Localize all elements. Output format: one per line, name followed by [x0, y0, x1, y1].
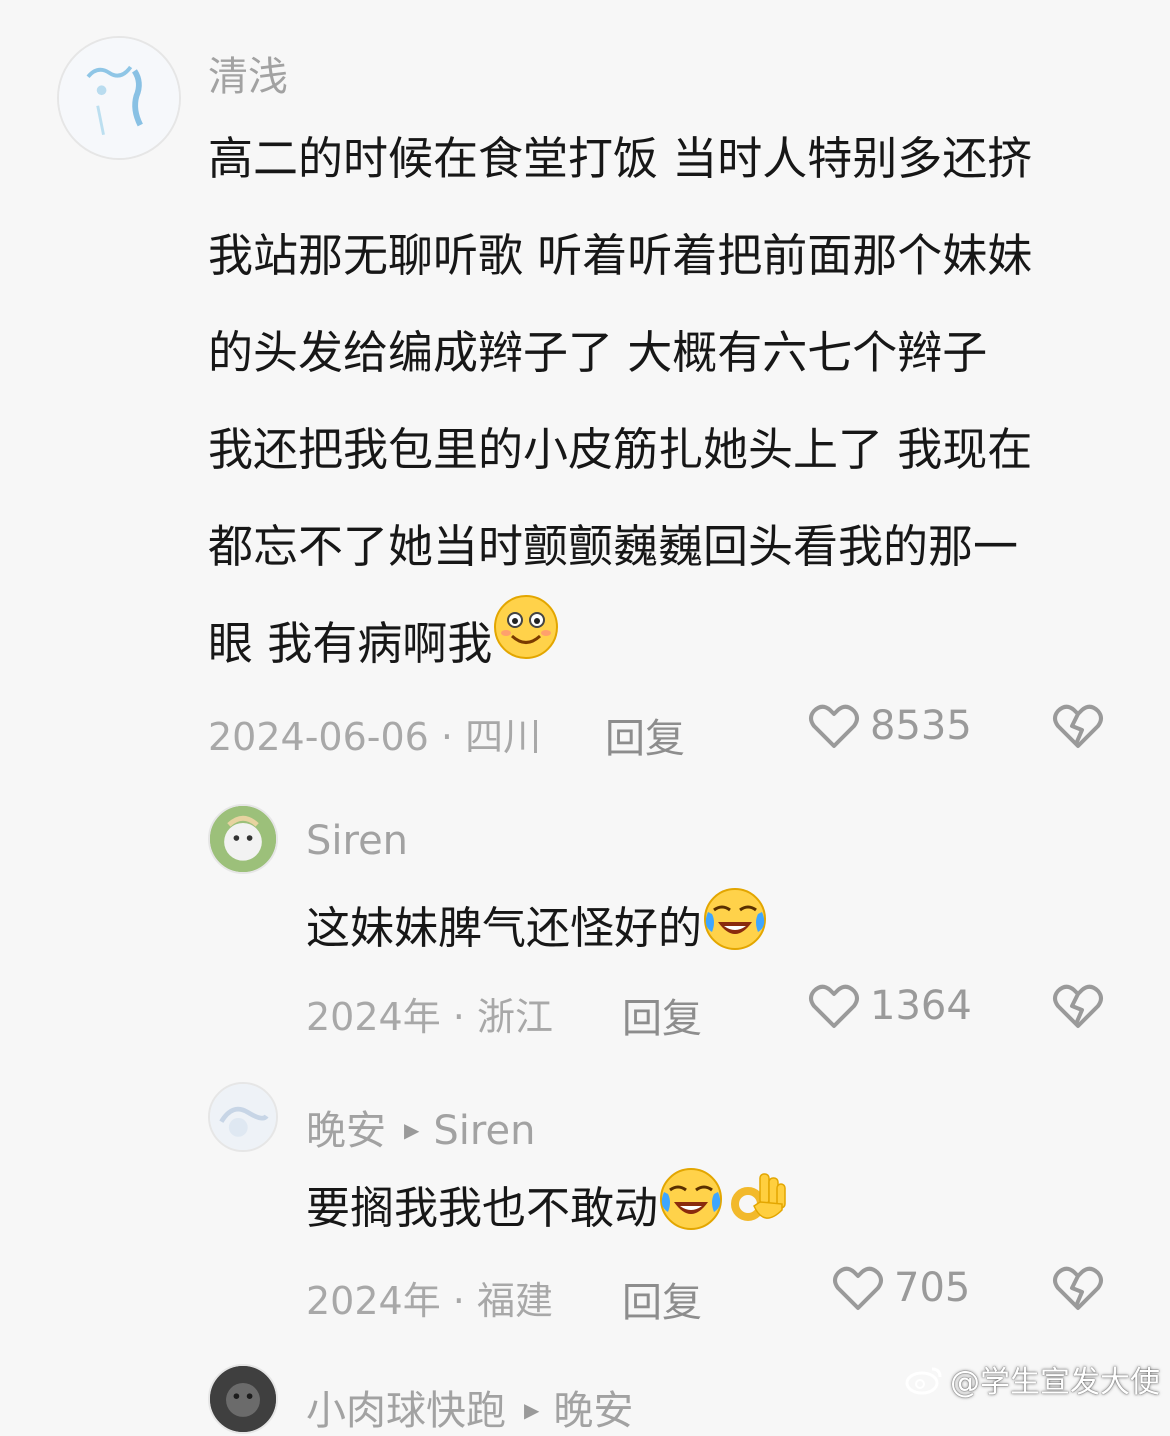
reply-arrow-icon: ▶ — [524, 1398, 540, 1422]
comment-line: 高二的时候在食堂打饭 当时人特别多还挤 — [208, 132, 1033, 185]
heart-icon — [809, 704, 859, 748]
comment-date-location: 2024年 · 浙江 — [306, 995, 553, 1039]
username-text[interactable]: 晚安 — [306, 1108, 386, 1154]
reply-to-username[interactable]: 晚安 — [553, 1388, 633, 1434]
reply-button[interactable]: 回复 — [622, 1270, 702, 1328]
broken-heart-icon[interactable] — [1052, 982, 1104, 1030]
comment-line: 我站那无聊听歌 听着听着把前面那个妹妹 — [208, 229, 1033, 282]
like-button[interactable]: 8535 — [808, 702, 972, 750]
comment-date-location: 2024年 · 福建 — [306, 1279, 553, 1323]
laugh-cry-emoji-icon — [658, 1166, 724, 1248]
avatar[interactable] — [208, 804, 278, 874]
username[interactable]: 晚安 ▶ Siren — [306, 1098, 535, 1156]
reply-item: Siren 这妹妹脾气还怪好的 2024年 · 浙江 回复 1364 — [0, 780, 1170, 1070]
like-button[interactable]: 1364 — [808, 982, 972, 1030]
like-count: 1364 — [870, 983, 972, 1029]
comment-text-content: 要搁我我也不敢动 — [306, 1183, 658, 1234]
reply-item: 晚安 ▶ Siren 要搁我我也不敢动 2024年 · 福建 回复 705 — [0, 1070, 1170, 1360]
heart-icon — [809, 984, 859, 1028]
username[interactable]: Siren — [306, 818, 408, 864]
comment-text-content: 这妹妹脾气还怪好的 — [306, 903, 702, 954]
avatar[interactable] — [208, 1082, 278, 1152]
username[interactable]: 清浅 — [208, 44, 288, 102]
reply-button[interactable]: 回复 — [605, 706, 685, 764]
watermark: @学生宣发大使 — [904, 1357, 1160, 1404]
broken-heart-icon[interactable] — [1052, 1264, 1104, 1312]
like-button[interactable]: 705 — [832, 1264, 970, 1312]
comment-text: 高二的时候在食堂打饭 当时人特别多还挤 我站那无聊听歌 听着听着把前面那个妹妹 … — [208, 110, 1032, 692]
comment-line-text: 眼 我有病啊我 — [208, 617, 493, 670]
like-count: 8535 — [870, 703, 972, 749]
comment-line: 眼 我有病啊我 — [208, 593, 1032, 694]
reply-button[interactable]: 回复 — [622, 986, 702, 1044]
comment-line: 都忘不了她当时颤颤巍巍回头看我的那一 — [208, 520, 1019, 573]
username[interactable]: 小肉球快跑 ▶ 晚安 — [306, 1378, 633, 1436]
watermark-text: @学生宣发大使 — [950, 1364, 1160, 1400]
comment-text: 要搁我我也不敢动 — [306, 1168, 790, 1252]
smile-emoji-icon — [492, 593, 560, 694]
comment-line: 我还把我包里的小皮筋扎她头上了 我现在 — [208, 423, 1033, 476]
username-text[interactable]: 小肉球快跑 — [306, 1388, 506, 1434]
avatar[interactable] — [208, 1364, 278, 1434]
comment-item: 清浅 高二的时候在食堂打饭 当时人特别多还挤 我站那无聊听歌 听着听着把前面那个… — [0, 0, 1170, 780]
comment-line: 的头发给编成辫子了 大概有六七个辫子 — [208, 326, 988, 379]
comment-date-location: 2024-06-06 · 四川 — [208, 715, 542, 759]
reply-arrow-icon: ▶ — [404, 1118, 420, 1142]
comment-text: 这妹妹脾气还怪好的 — [306, 888, 768, 972]
heart-icon — [833, 1266, 883, 1310]
like-count: 705 — [894, 1265, 971, 1311]
reply-to-username[interactable]: Siren — [433, 1108, 535, 1154]
avatar[interactable] — [57, 36, 181, 160]
laugh-cry-emoji-icon — [702, 886, 768, 968]
broken-heart-icon[interactable] — [1052, 702, 1104, 750]
ok-hand-emoji-icon — [724, 1166, 790, 1248]
weibo-logo-icon — [904, 1363, 944, 1403]
